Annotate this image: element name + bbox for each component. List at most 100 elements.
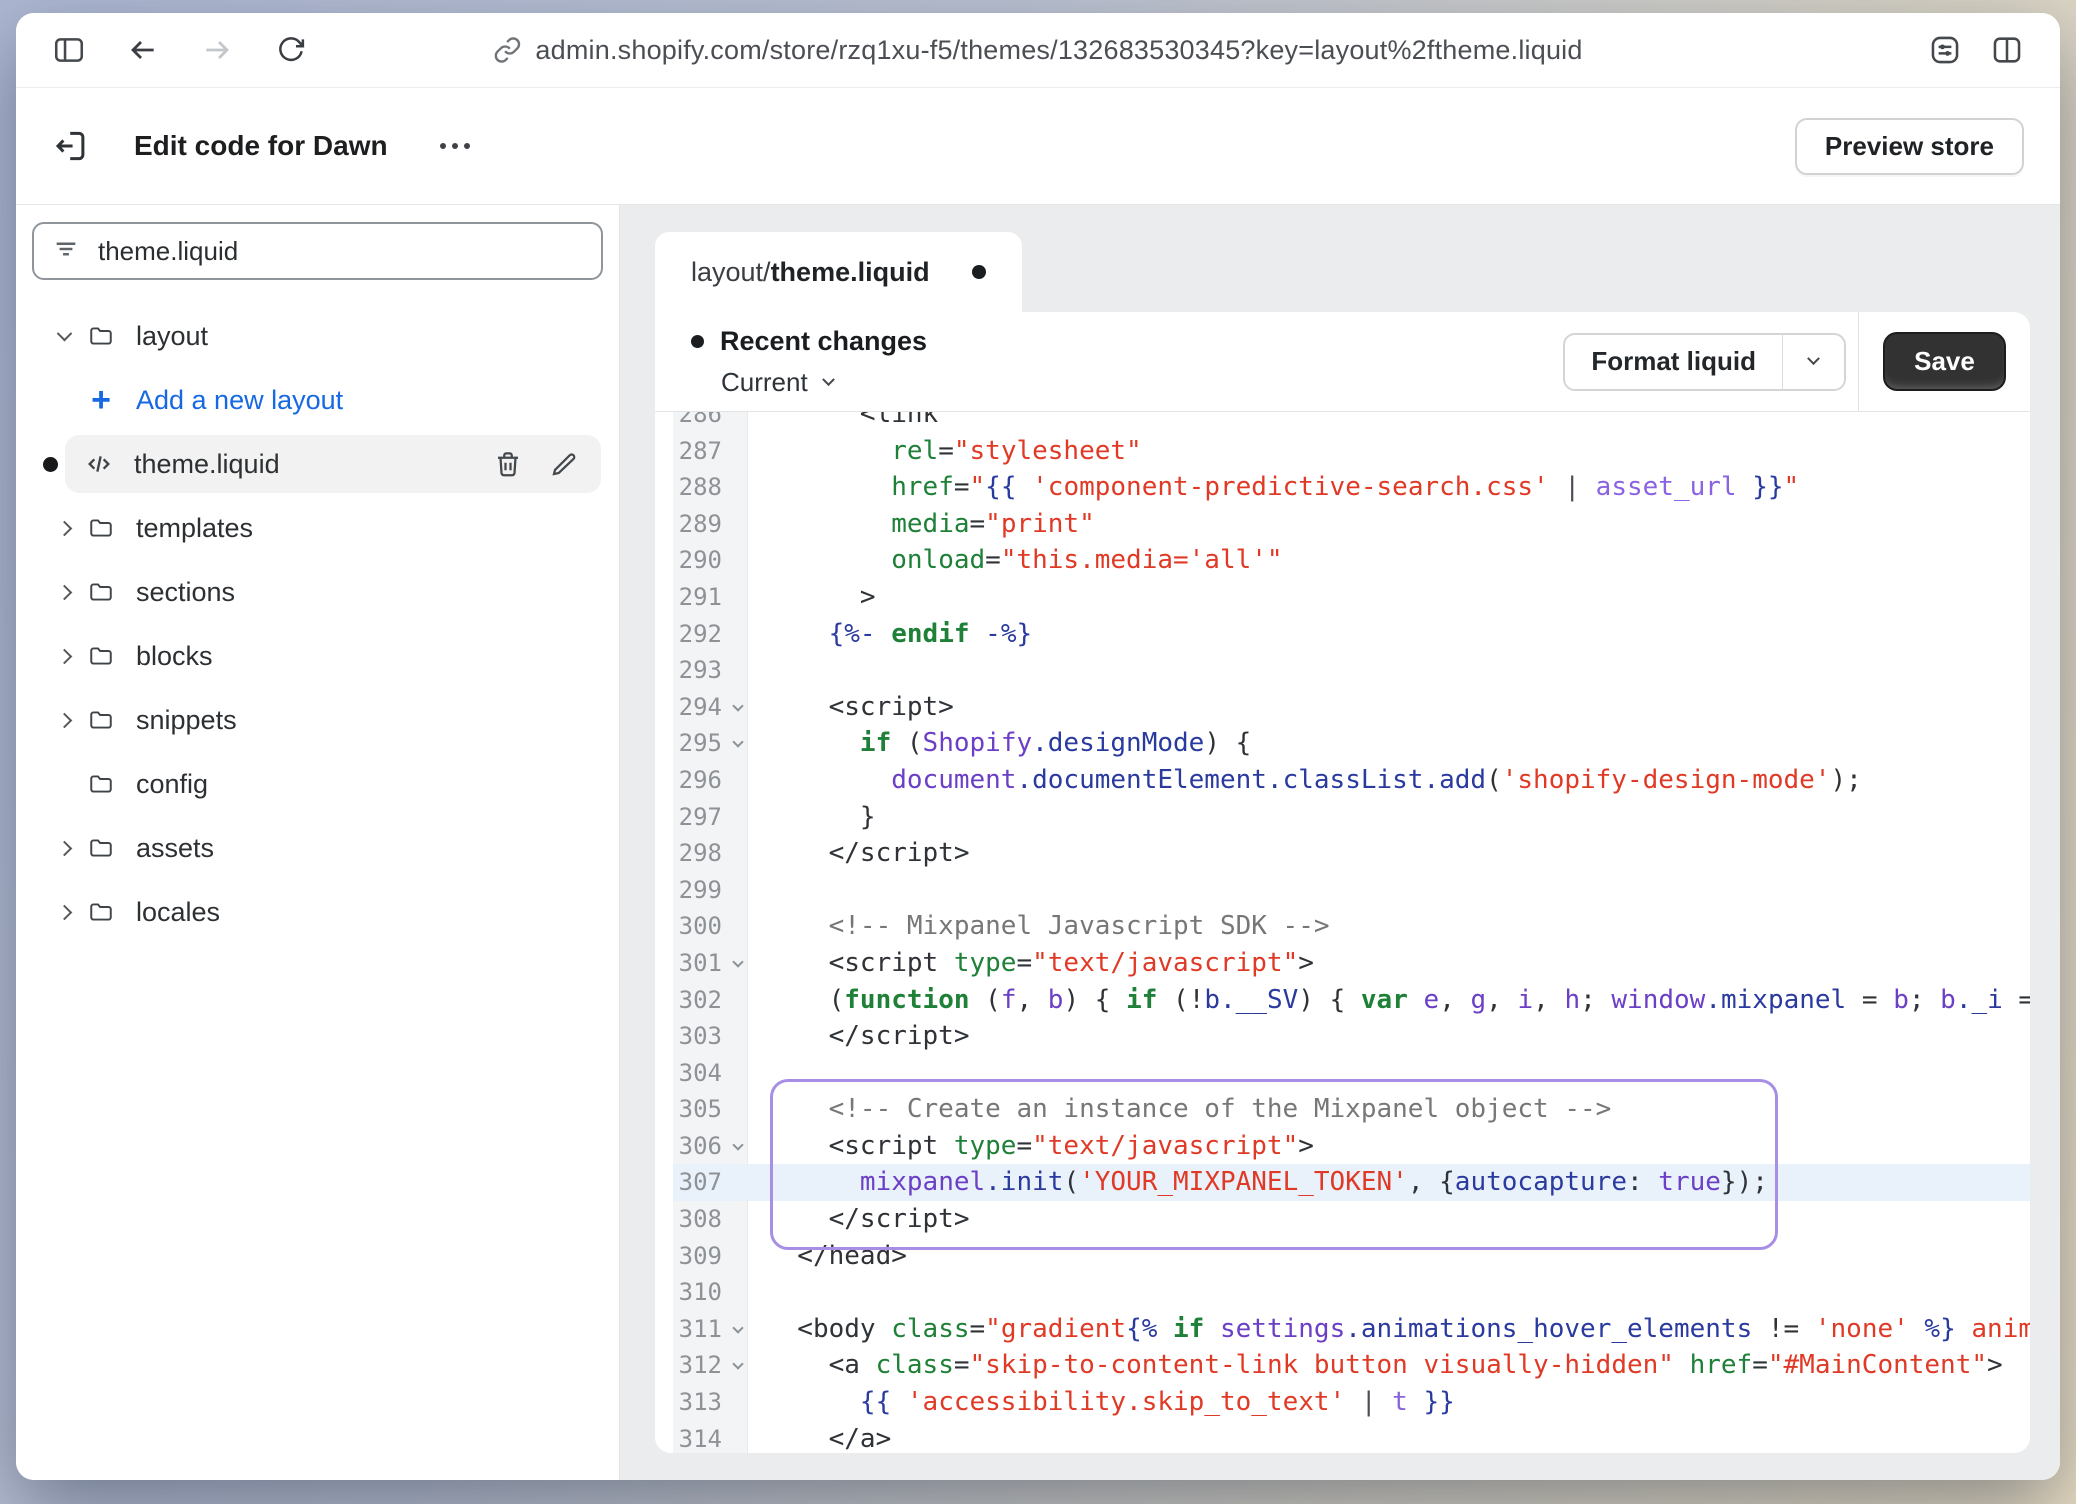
- sidebar-item-layout[interactable]: layout: [32, 304, 603, 368]
- chevron-right-icon[interactable]: [46, 907, 82, 918]
- fold-icon[interactable]: [732, 737, 743, 748]
- fold-icon[interactable]: [732, 956, 743, 967]
- tab-theme-liquid[interactable]: layout/theme.liquid: [655, 232, 1022, 312]
- line-number: 305: [655, 1091, 748, 1128]
- sidebar-item-label: theme.liquid: [134, 449, 280, 480]
- line-number: 292: [655, 616, 748, 653]
- code-editor[interactable]: 286 <link287 rel="stylesheet"288 href="{…: [655, 412, 2030, 1453]
- chevron-down-icon: [1807, 352, 1820, 365]
- folder-icon: [82, 515, 120, 541]
- sidebar-item-locales[interactable]: locales: [32, 880, 603, 944]
- line-number: 294: [655, 689, 748, 726]
- code-line-306[interactable]: 306 <script type="text/javascript">: [655, 1128, 2030, 1165]
- version-label: Current: [721, 367, 808, 398]
- sidebar-item-blocks[interactable]: blocks: [32, 624, 603, 688]
- exit-icon[interactable]: [52, 127, 90, 165]
- code-text: </script>: [748, 1018, 2030, 1055]
- line-number: 312: [655, 1347, 748, 1384]
- fold-icon[interactable]: [732, 1359, 743, 1370]
- sidebar-item-sections[interactable]: sections: [32, 560, 603, 624]
- code-line-301[interactable]: 301 <script type="text/javascript">: [655, 945, 2030, 982]
- sidebar-toggle-icon[interactable]: [52, 33, 86, 67]
- sidebar-item-label: config: [136, 769, 208, 800]
- code-line-298[interactable]: 298 </script>: [655, 835, 2030, 872]
- chevron-right-icon[interactable]: [46, 715, 82, 726]
- code-line-305[interactable]: 305 <!-- Create an instance of the Mixpa…: [655, 1091, 2030, 1128]
- more-menu-icon[interactable]: [430, 133, 480, 159]
- extensions-icon[interactable]: [1928, 33, 1962, 67]
- format-liquid-button[interactable]: Format liquid: [1563, 333, 1846, 391]
- code-line-291[interactable]: 291 >: [655, 579, 2030, 616]
- chevron-right-icon[interactable]: [46, 651, 82, 662]
- code-line-287[interactable]: 287 rel="stylesheet": [655, 433, 2030, 470]
- code-line-309[interactable]: 309 </head>: [655, 1238, 2030, 1275]
- line-number: 291: [655, 579, 748, 616]
- sidebar-item-label: assets: [136, 833, 214, 864]
- code-line-304[interactable]: 304: [655, 1055, 2030, 1092]
- version-dropdown[interactable]: Current: [721, 367, 1563, 398]
- app-header: Edit code for Dawn Preview store: [16, 88, 2060, 205]
- split-view-icon[interactable]: [1990, 33, 2024, 67]
- address-bar[interactable]: admin.shopify.com/store/rzq1xu-f5/themes…: [493, 13, 1582, 87]
- preview-store-button[interactable]: Preview store: [1795, 118, 2024, 175]
- line-number: 307: [655, 1164, 748, 1201]
- code-line-286[interactable]: 286 <link: [655, 412, 2030, 433]
- code-text: document.documentElement.classList.add('…: [748, 762, 2030, 799]
- back-icon[interactable]: [126, 33, 160, 67]
- reload-icon[interactable]: [274, 33, 308, 67]
- code-text: <!-- Mixpanel Javascript SDK -->: [748, 908, 2030, 945]
- line-number: 309: [655, 1238, 748, 1275]
- code-line-299[interactable]: 299: [655, 872, 2030, 909]
- chevron-right-icon[interactable]: [46, 587, 82, 598]
- sidebar-item-label: sections: [136, 577, 235, 608]
- forward-icon[interactable]: [200, 33, 234, 67]
- folder-icon: [82, 899, 120, 925]
- code-line-307[interactable]: 307 mixpanel.init('YOUR_MIXPANEL_TOKEN',…: [655, 1164, 2030, 1201]
- code-line-293[interactable]: 293: [655, 652, 2030, 689]
- format-liquid-caret[interactable]: [1782, 335, 1844, 389]
- save-button[interactable]: Save: [1883, 332, 2006, 391]
- sidebar-item-config[interactable]: config: [32, 752, 603, 816]
- line-number: 301: [655, 945, 748, 982]
- code-line-311[interactable]: 311 <body class="gradient{% if settings.…: [655, 1311, 2030, 1348]
- code-line-296[interactable]: 296 document.documentElement.classList.a…: [655, 762, 2030, 799]
- line-number: 287: [655, 433, 748, 470]
- sidebar-item-templates[interactable]: templates: [32, 496, 603, 560]
- fold-icon[interactable]: [732, 1139, 743, 1150]
- code-line-314[interactable]: 314 </a>: [655, 1421, 2030, 1453]
- sidebar-item-add-a-new-layout[interactable]: +Add a new layout: [32, 368, 603, 432]
- delete-icon[interactable]: [493, 449, 523, 479]
- code-line-310[interactable]: 310: [655, 1274, 2030, 1311]
- file-search-box[interactable]: [32, 222, 603, 280]
- code-line-288[interactable]: 288 href="{{ 'component-predictive-searc…: [655, 469, 2030, 506]
- changes-dot: [691, 335, 704, 348]
- code-line-303[interactable]: 303 </script>: [655, 1018, 2030, 1055]
- chevron-down-icon[interactable]: [46, 331, 82, 342]
- sidebar-item-assets[interactable]: assets: [32, 816, 603, 880]
- code-line-302[interactable]: 302 (function (f, b) { if (!b.__SV) { va…: [655, 982, 2030, 1019]
- sidebar-item-theme-liquid[interactable]: theme.liquid: [32, 432, 603, 496]
- line-number: 303: [655, 1018, 748, 1055]
- edit-icon[interactable]: [549, 449, 579, 479]
- code-line-312[interactable]: 312 <a class="skip-to-content-link butto…: [655, 1347, 2030, 1384]
- search-input[interactable]: [98, 236, 583, 267]
- recent-changes-label: Recent changes: [720, 326, 927, 357]
- code-line-292[interactable]: 292 {%- endif -%}: [655, 616, 2030, 653]
- code-line-308[interactable]: 308 </script>: [655, 1201, 2030, 1238]
- fold-icon[interactable]: [732, 700, 743, 711]
- code-line-295[interactable]: 295 if (Shopify.designMode) {: [655, 725, 2030, 762]
- chevron-right-icon[interactable]: [46, 843, 82, 854]
- code-line-297[interactable]: 297 }: [655, 799, 2030, 836]
- sidebar-item-snippets[interactable]: snippets: [32, 688, 603, 752]
- fold-icon[interactable]: [732, 1322, 743, 1333]
- code-line-300[interactable]: 300 <!-- Mixpanel Javascript SDK -->: [655, 908, 2030, 945]
- code-line-294[interactable]: 294 <script>: [655, 689, 2030, 726]
- sidebar-item-label: snippets: [136, 705, 237, 736]
- code-text: [748, 1274, 2030, 1311]
- code-line-313[interactable]: 313 {{ 'accessibility.skip_to_text' | t …: [655, 1384, 2030, 1421]
- code-text: <script type="text/javascript">: [748, 945, 2030, 982]
- code-line-290[interactable]: 290 onload="this.media='all'": [655, 542, 2030, 579]
- chevron-right-icon[interactable]: [46, 523, 82, 534]
- code-text: onload="this.media='all'": [748, 542, 2030, 579]
- code-line-289[interactable]: 289 media="print": [655, 506, 2030, 543]
